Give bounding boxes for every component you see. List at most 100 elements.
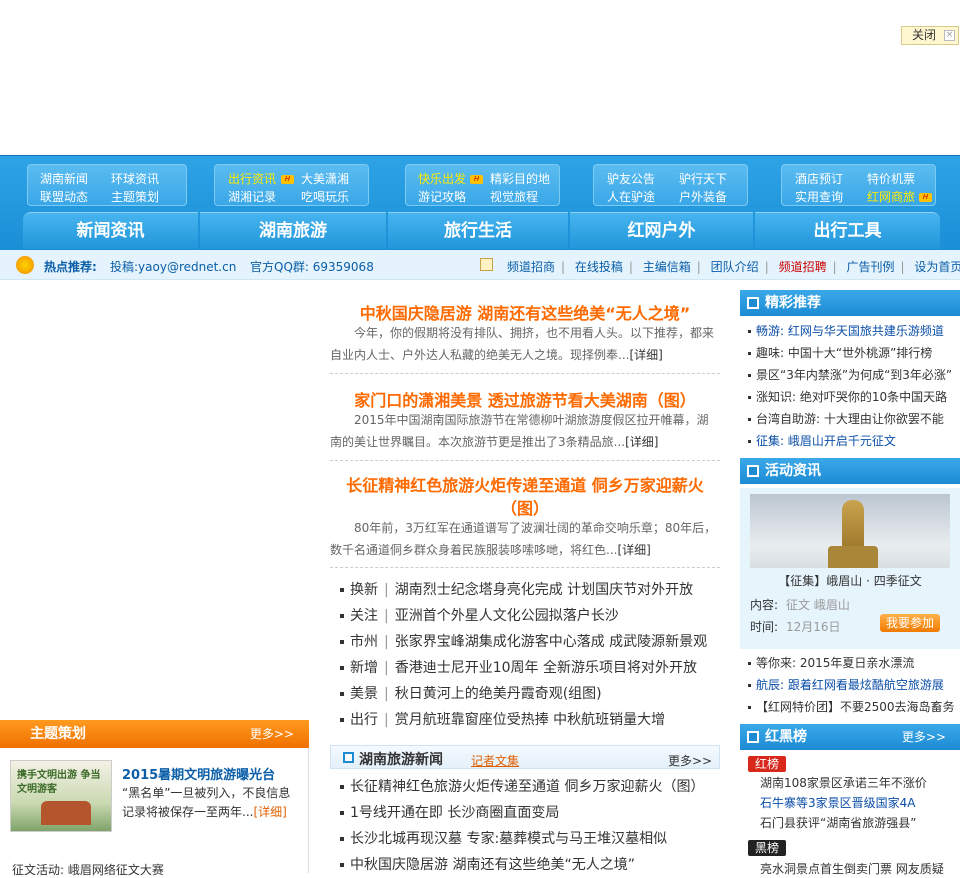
main-navigation: 湖南新闻 环球资讯 联盟动态 主题策划 出行资讯 H 大美潇湘 湖湘记录 吃喝玩… [0, 155, 960, 250]
content-value: 征文 峨眉山 [786, 598, 850, 612]
list-item[interactable]: 【红网特价团】不要2500去海岛畜务 [748, 696, 958, 718]
more-link[interactable]: 更多>> [668, 752, 712, 769]
nav-link[interactable]: 联盟动态 [40, 188, 88, 205]
nav-link[interactable]: 红网商旅 [867, 188, 915, 205]
list-item[interactable]: 涨知识: 绝对吓哭你的10条中国天路 [748, 386, 958, 408]
detail-link[interactable]: [详细] [253, 805, 286, 819]
theme-header: 主题策划 更多>> [0, 720, 309, 748]
activity-caption[interactable]: 【征集】峨眉山 · 四季征文 [740, 572, 960, 589]
nav-link[interactable]: 人在驴途 [607, 188, 655, 205]
nav-link[interactable]: 精彩目的地 [490, 170, 550, 187]
detail-link[interactable]: [详细] [617, 543, 650, 557]
list-item[interactable]: 中秋国庆隐居游 湖南还有这些绝美“无人之境” [340, 852, 635, 878]
tab-reporter-collection[interactable]: 记者文集 [471, 752, 519, 769]
join-button[interactable]: 我要参加 [880, 614, 940, 632]
headline-title[interactable]: 长征精神红色旅游火炬传递至通道 侗乡万家迎薪火（图） [330, 474, 720, 520]
square-icon [343, 752, 354, 763]
close-button[interactable]: 关闭 × [901, 26, 959, 45]
nav-link[interactable]: 出行资讯 [228, 170, 276, 187]
list-item[interactable]: 畅游: 红网与华天国旅共建乐游频道 [748, 320, 958, 342]
theme-bottom-item[interactable]: 征文活动: 峨眉网络征文大赛 [12, 861, 164, 878]
link-editor-mail[interactable]: 主编信箱 [643, 260, 691, 274]
link-ads[interactable]: 广告刊例 [846, 260, 894, 274]
nav-link[interactable]: 酒店预订 [795, 170, 843, 187]
divider [330, 460, 720, 461]
nav-link[interactable]: 驴友公告 [607, 170, 655, 187]
more-link[interactable]: 更多>> [902, 724, 946, 750]
list-item[interactable]: 1号线开通在即 长沙商圈直面变局 [340, 800, 559, 826]
nav-group-outdoor: 驴友公告 驴行天下 人在驴途 户外装备 [593, 164, 748, 206]
list-item[interactable]: 景区“3年内禁涨”为何成“到3年必涨” [748, 364, 958, 386]
list-item[interactable]: 关注 | 亚洲首个外星人文化公园拟落户长沙 [340, 603, 619, 629]
more-link[interactable]: 更多>> [250, 720, 294, 748]
tab-hunan-travel[interactable]: 湖南旅游 [200, 212, 386, 249]
nav-link[interactable]: 湖南新闻 [40, 170, 88, 187]
list-item[interactable]: 石牛寨等3家景区晋级国家4A [760, 794, 915, 811]
list-item[interactable]: 长征精神红色旅游火炬传递至通道 侗乡万家迎薪火（图） [340, 774, 704, 800]
headline-summary: 今年，你的假期将没有排队、拥挤，也不用看人头。以下推荐，都来自业内人士、户外达人… [330, 326, 715, 362]
nav-link[interactable]: 视觉旅程 [490, 188, 538, 205]
redblack-title: 红黑榜 [765, 729, 807, 745]
statue-base [828, 546, 878, 568]
nav-link[interactable]: 快乐出发 [418, 170, 466, 187]
list-item[interactable]: 长沙北城再现汉墓 专家:墓葬模式与马王堆汉墓相似 [340, 826, 667, 852]
submit-email[interactable]: 投稿:yaoy@rednet.cn [110, 258, 236, 275]
activity-image[interactable] [750, 494, 950, 568]
list-item[interactable]: 换新 | 湖南烈士纪念塔身亮化完成 计划国庆节对外开放 [340, 577, 693, 603]
list-item[interactable]: 石门县获评“湖南省旅游强县” [760, 814, 916, 831]
nav-link[interactable]: 游记攻略 [418, 188, 466, 205]
list-item[interactable]: 航辰: 跟着红网看最炫酷航空旅游展 [748, 674, 958, 696]
headline-summary: 2015年中国湖南国际旅游节在常德柳叶湖旅游度假区拉开帷幕，湖南的美让世界瞩目。… [330, 413, 709, 449]
nav-link[interactable]: 吃喝玩乐 [301, 188, 349, 205]
theme-image[interactable]: 携手文明出游 争当文明游客 [10, 760, 112, 832]
nav-link[interactable]: 环球资讯 [111, 170, 159, 187]
featured-title: 精彩推荐 [765, 295, 821, 311]
tab-outdoor[interactable]: 红网户外 [570, 212, 753, 249]
theme-title: 主题策划 [30, 726, 86, 742]
link-team[interactable]: 团队介绍 [711, 260, 759, 274]
featured-header: 精彩推荐 [740, 290, 960, 316]
nav-group-tools: 酒店预订 特价机票 实用查询 红网商旅 H [781, 164, 936, 206]
sun-icon [16, 256, 34, 274]
divider [330, 567, 720, 568]
nav-link[interactable]: 驴行天下 [679, 170, 727, 187]
link-channel-investment[interactable]: 频道招商 [507, 260, 555, 274]
theme-section: 主题策划 更多>> 携手文明出游 争当文明游客 2015暑期文明旅游曝光台 “黑… [0, 720, 309, 877]
hot-bar: 热点推荐: 投稿:yaoy@rednet.cn 官方QQ群: 69359068 … [0, 250, 960, 280]
nav-link[interactable]: 实用查询 [795, 188, 843, 205]
nav-link[interactable]: 主题策划 [111, 188, 159, 205]
content-label: 内容: [750, 598, 779, 612]
nav-link[interactable]: 户外装备 [679, 188, 727, 205]
nav-link[interactable]: 特价机票 [867, 170, 915, 187]
tab-news[interactable]: 新闻资讯 [23, 212, 198, 249]
list-item[interactable]: 新增 | 香港迪士尼开业10周年 全新游乐项目将对外开放 [340, 655, 697, 681]
nav-link[interactable]: 湖湘记录 [228, 188, 276, 205]
tab-hunan-news[interactable]: 湖南旅游新闻 [359, 749, 443, 769]
list-item[interactable]: 市州 | 张家界宝峰湖集成化游客中心落成 成武陵源新景观 [340, 629, 707, 655]
detail-link[interactable]: [详细] [625, 435, 658, 449]
link-set-homepage[interactable]: 设为首页 [914, 260, 960, 274]
headline-title[interactable]: 中秋国庆隐居游 湖南还有这些绝美“无人之境” [330, 300, 720, 324]
list-item[interactable]: 美景 | 秋日黄河上的绝美丹霞奇观(组图) [340, 681, 602, 707]
time-label: 时间: [750, 620, 779, 634]
theme-headline[interactable]: 2015暑期文明旅游曝光台 [122, 764, 275, 783]
list-item[interactable]: 出行 | 赏月航班靠窗座位受热捧 中秋航班销量大增 [340, 707, 665, 733]
tab-travel-life[interactable]: 旅行生活 [388, 212, 568, 249]
nav-link[interactable]: 大美潇湘 [301, 170, 349, 187]
activity-panel: 【征集】峨眉山 · 四季征文 内容: 征文 峨眉山 时间: 12月16日 我要参… [740, 488, 960, 649]
headline-title[interactable]: 家门口的潇湘美景 透过旅游节看大美湖南（图） [330, 387, 720, 411]
list-item[interactable]: 征集: 峨眉山开启千元征文 [748, 430, 958, 452]
tab-tools[interactable]: 出行工具 [755, 212, 940, 249]
list-item[interactable]: 台湾自助游: 十大理由让你欲罢不能 [748, 408, 958, 430]
redblack-header: 红黑榜 更多>> [740, 724, 960, 750]
link-online-submit[interactable]: 在线投稿 [575, 260, 623, 274]
hot-icon: H [281, 172, 294, 186]
list-item[interactable]: 等你来: 2015年夏日亲水漂流 [748, 652, 958, 674]
qq-group: 官方QQ群: 69359068 [250, 260, 374, 274]
link-jobs[interactable]: 频道招聘 [779, 260, 827, 274]
list-item[interactable]: 亮水洞景点首生倒卖门票 网友质疑 [760, 860, 955, 877]
list-item[interactable]: 趣味: 中国十大“世外桃源”排行榜 [748, 342, 958, 364]
nav-group-hunan: 出行资讯 H 大美潇湘 湖湘记录 吃喝玩乐 [214, 164, 369, 206]
list-item[interactable]: 湖南108家景区承诺三年不涨价 [760, 774, 927, 791]
detail-link[interactable]: [详细] [629, 348, 662, 362]
